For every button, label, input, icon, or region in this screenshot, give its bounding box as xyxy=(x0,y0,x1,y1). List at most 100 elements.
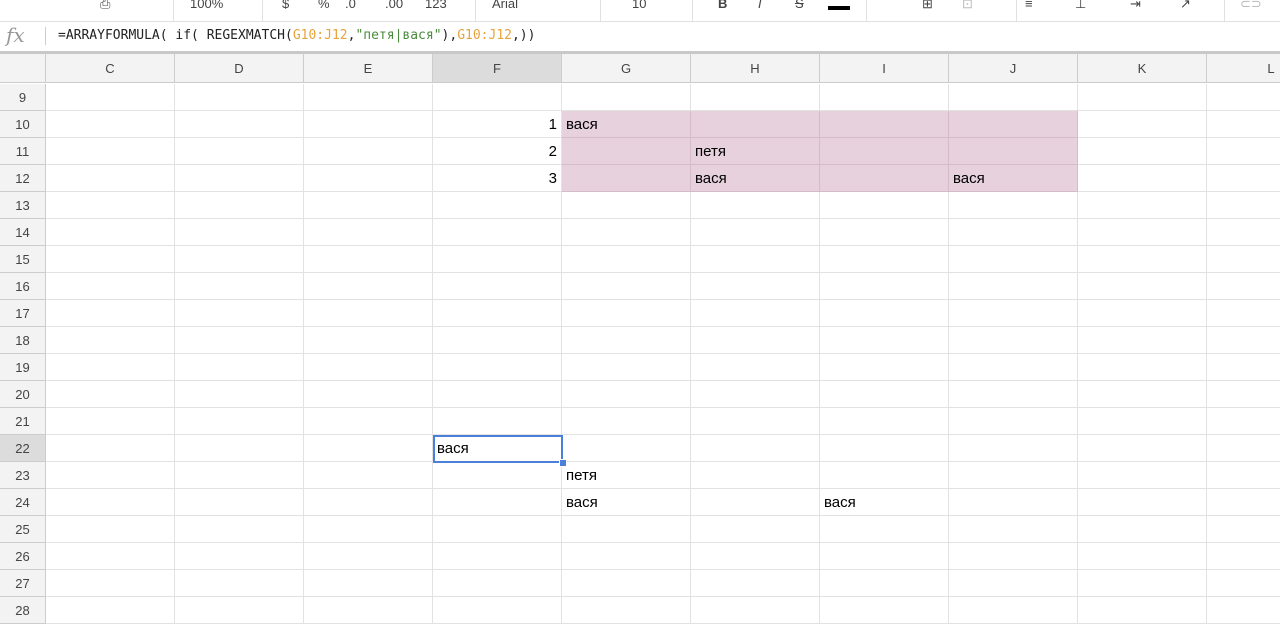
cell-K24[interactable] xyxy=(1078,489,1207,516)
cell-K26[interactable] xyxy=(1078,543,1207,570)
cell-C16[interactable] xyxy=(46,273,175,300)
cell-D17[interactable] xyxy=(175,300,304,327)
text-color-icon[interactable] xyxy=(828,6,850,10)
cell-K21[interactable] xyxy=(1078,408,1207,435)
cell-G28[interactable] xyxy=(562,597,691,624)
cell-J25[interactable] xyxy=(949,516,1078,543)
borders-icon[interactable]: ⊞ xyxy=(922,0,933,14)
cell-E12[interactable] xyxy=(304,165,433,192)
cell-L19[interactable] xyxy=(1207,354,1280,381)
cell-F13[interactable] xyxy=(433,192,562,219)
wrap-icon[interactable]: ⇥ xyxy=(1130,0,1141,14)
cell-J11[interactable] xyxy=(949,138,1078,165)
cell-L10[interactable] xyxy=(1207,111,1280,138)
cell-H22[interactable] xyxy=(691,435,820,462)
cell-J15[interactable] xyxy=(949,246,1078,273)
cell-E28[interactable] xyxy=(304,597,433,624)
column-header-H[interactable]: H xyxy=(691,54,820,83)
decrease-decimal-icon[interactable]: .0 xyxy=(345,0,356,14)
cell-F11[interactable]: 2 xyxy=(433,138,562,165)
cell-F22[interactable]: вася xyxy=(433,435,562,462)
cell-D22[interactable] xyxy=(175,435,304,462)
cell-K19[interactable] xyxy=(1078,354,1207,381)
increase-decimal-icon[interactable]: .00 xyxy=(385,0,403,14)
bold-icon[interactable]: B xyxy=(718,0,727,14)
cell-H21[interactable] xyxy=(691,408,820,435)
cell-F14[interactable] xyxy=(433,219,562,246)
cell-I15[interactable] xyxy=(820,246,949,273)
cell-K28[interactable] xyxy=(1078,597,1207,624)
cell-C26[interactable] xyxy=(46,543,175,570)
cell-C28[interactable] xyxy=(46,597,175,624)
cell-G9[interactable] xyxy=(562,84,691,111)
cell-G21[interactable] xyxy=(562,408,691,435)
cell-E26[interactable] xyxy=(304,543,433,570)
cell-D16[interactable] xyxy=(175,273,304,300)
cell-I20[interactable] xyxy=(820,381,949,408)
cell-E20[interactable] xyxy=(304,381,433,408)
cell-D19[interactable] xyxy=(175,354,304,381)
cell-C17[interactable] xyxy=(46,300,175,327)
column-header-E[interactable]: E xyxy=(304,54,433,83)
cell-K27[interactable] xyxy=(1078,570,1207,597)
cell-L28[interactable] xyxy=(1207,597,1280,624)
cell-K15[interactable] xyxy=(1078,246,1207,273)
cell-H25[interactable] xyxy=(691,516,820,543)
cell-C24[interactable] xyxy=(46,489,175,516)
cell-K18[interactable] xyxy=(1078,327,1207,354)
row-header-19[interactable]: 19 xyxy=(0,354,46,381)
column-header-F[interactable]: F xyxy=(433,54,562,83)
cell-I22[interactable] xyxy=(820,435,949,462)
cell-I13[interactable] xyxy=(820,192,949,219)
cell-C21[interactable] xyxy=(46,408,175,435)
row-header-15[interactable]: 15 xyxy=(0,246,46,273)
cell-E24[interactable] xyxy=(304,489,433,516)
cell-C15[interactable] xyxy=(46,246,175,273)
cell-D14[interactable] xyxy=(175,219,304,246)
row-header-10[interactable]: 10 xyxy=(0,111,46,138)
cell-C12[interactable] xyxy=(46,165,175,192)
cell-G14[interactable] xyxy=(562,219,691,246)
cell-L18[interactable] xyxy=(1207,327,1280,354)
cell-E11[interactable] xyxy=(304,138,433,165)
cell-F19[interactable] xyxy=(433,354,562,381)
cell-F9[interactable] xyxy=(433,84,562,111)
cell-C19[interactable] xyxy=(46,354,175,381)
row-header-11[interactable]: 11 xyxy=(0,138,46,165)
cell-I16[interactable] xyxy=(820,273,949,300)
cell-C9[interactable] xyxy=(46,84,175,111)
cell-L22[interactable] xyxy=(1207,435,1280,462)
cell-H12[interactable]: вася xyxy=(691,165,820,192)
cell-L20[interactable] xyxy=(1207,381,1280,408)
cell-F21[interactable] xyxy=(433,408,562,435)
cell-F10[interactable]: 1 xyxy=(433,111,562,138)
cell-I14[interactable] xyxy=(820,219,949,246)
cell-I17[interactable] xyxy=(820,300,949,327)
row-header-28[interactable]: 28 xyxy=(0,597,46,624)
column-header-L[interactable]: L xyxy=(1207,54,1280,83)
cell-K22[interactable] xyxy=(1078,435,1207,462)
cell-H13[interactable] xyxy=(691,192,820,219)
cell-H20[interactable] xyxy=(691,381,820,408)
cell-G18[interactable] xyxy=(562,327,691,354)
row-header-14[interactable]: 14 xyxy=(0,219,46,246)
cell-K10[interactable] xyxy=(1078,111,1207,138)
cell-I18[interactable] xyxy=(820,327,949,354)
cell-J23[interactable] xyxy=(949,462,1078,489)
cell-C22[interactable] xyxy=(46,435,175,462)
cell-I9[interactable] xyxy=(820,84,949,111)
row-header-13[interactable]: 13 xyxy=(0,192,46,219)
cell-H19[interactable] xyxy=(691,354,820,381)
cell-I21[interactable] xyxy=(820,408,949,435)
rotate-icon[interactable]: ↗ xyxy=(1180,0,1191,14)
cell-I25[interactable] xyxy=(820,516,949,543)
row-header-23[interactable]: 23 xyxy=(0,462,46,489)
cell-E27[interactable] xyxy=(304,570,433,597)
row-header-25[interactable]: 25 xyxy=(0,516,46,543)
column-header-I[interactable]: I xyxy=(820,54,949,83)
cell-G26[interactable] xyxy=(562,543,691,570)
cell-L27[interactable] xyxy=(1207,570,1280,597)
formula-input[interactable]: =ARRAYFORMULA( if( REGEXMATCH(G10:J12,"п… xyxy=(58,28,535,43)
cell-K14[interactable] xyxy=(1078,219,1207,246)
row-header-12[interactable]: 12 xyxy=(0,165,46,192)
